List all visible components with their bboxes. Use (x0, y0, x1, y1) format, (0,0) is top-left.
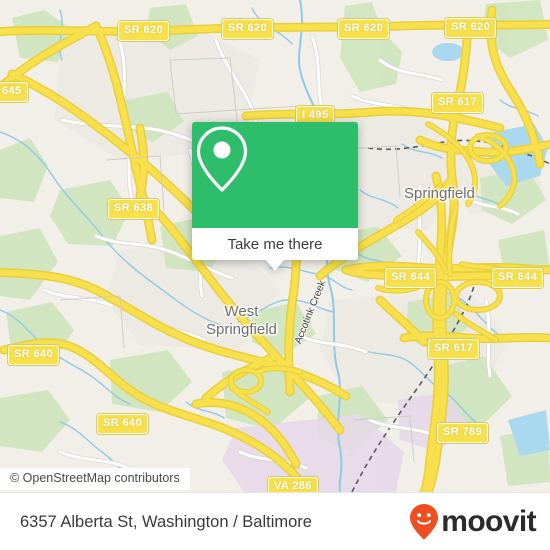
road-shield-sr617-a[interactable]: SR 617 (432, 93, 484, 113)
popup-pointer-tail (266, 260, 284, 271)
location-popup-card[interactable]: Take me there (192, 122, 358, 271)
map-canvas[interactable]: .casing{fill:none;stroke:#e8cf3d;stroke-… (0, 0, 550, 492)
footer-bar: 6357 Alberta St, Washington / Baltimore … (0, 492, 550, 550)
take-me-there-label: Take me there (227, 235, 323, 253)
moovit-wordmark: moovit (441, 504, 536, 538)
address-title: 6357 Alberta St, Washington / Baltimore (20, 512, 312, 531)
road-shield-sr640-b[interactable]: SR 640 (97, 414, 149, 434)
moovit-brand[interactable]: moovit (409, 503, 537, 541)
moovit-smiley-pin-icon (410, 503, 439, 540)
road-shield-645[interactable]: 645 (0, 82, 28, 102)
map-attribution[interactable]: © OpenStreetMap contributors (0, 468, 190, 490)
road-shield-sr617-b[interactable]: SR 617 (428, 339, 480, 359)
road-shield-va286[interactable]: VA 286 (268, 477, 318, 492)
place-label-springfield: Springfield (404, 185, 475, 202)
road-shield-sr644-b[interactable]: SR 644 (492, 268, 544, 288)
place-label-west-springfield: West Springfield (206, 303, 277, 338)
road-shield-sr620-c[interactable]: SR 620 (338, 19, 390, 39)
road-shield-sr640-a[interactable]: SR 640 (8, 345, 60, 365)
road-shield-sr620-d[interactable]: SR 620 (445, 18, 497, 38)
map-pin-icon (196, 126, 248, 192)
road-shield-sr644-a[interactable]: SR 644 (385, 268, 437, 288)
road-shield-sr638[interactable]: SR 638 (108, 199, 160, 219)
road-shield-sr789[interactable]: SR 789 (437, 423, 489, 443)
road-shield-sr620-a[interactable]: SR 620 (118, 21, 170, 41)
popup-action-area[interactable]: Take me there (192, 228, 358, 260)
moovit-map-screenshot: .casing{fill:none;stroke:#e8cf3d;stroke-… (0, 0, 550, 550)
popup-icon-area (192, 122, 358, 228)
road-shield-sr620-b[interactable]: SR 620 (222, 19, 274, 39)
